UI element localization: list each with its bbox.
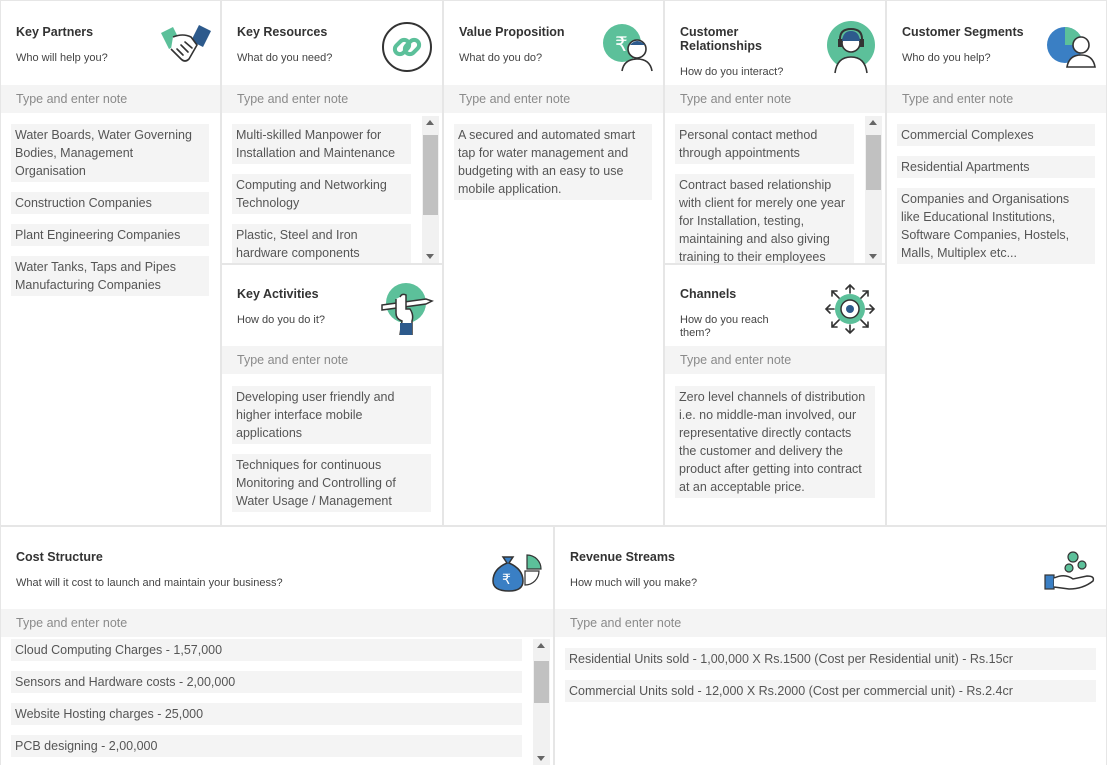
block-title: Channels (680, 287, 737, 301)
notes-list: Multi-skilled Manpower for Installation … (232, 124, 411, 263)
note-item[interactable]: Cloud Computing Charges - 1,57,000 (11, 639, 522, 661)
block-title: Key Resources (237, 25, 328, 39)
note-item[interactable]: Water Boards, Water Governing Bodies, Ma… (11, 124, 209, 182)
note-item[interactable]: Website Hosting charges - 25,000 (11, 703, 522, 725)
note-item[interactable]: Commercial Complexes (897, 124, 1095, 146)
note-item[interactable]: Plant Engineering Companies (11, 224, 209, 246)
scroll-thumb[interactable] (866, 135, 881, 190)
key-resources-block: Key Resources What do you need? Type and… (222, 1, 442, 263)
note-input[interactable]: Type and enter note (444, 85, 663, 113)
notes-list: Cloud Computing Charges - 1,57,000 Senso… (11, 639, 522, 765)
note-input[interactable]: Type and enter note (1, 85, 220, 113)
value-proposition-block: Value Proposition What do you do? ₹ Type… (444, 1, 663, 525)
note-input[interactable]: Type and enter note (222, 85, 442, 113)
block-subtitle: What will it cost to launch and maintain… (16, 577, 283, 589)
hand-pencil-icon (380, 283, 434, 338)
block-subtitle: How do you do it? (237, 314, 326, 326)
note-item[interactable]: Residential Apartments (897, 156, 1095, 178)
scroll-down-icon[interactable] (537, 756, 545, 761)
business-model-canvas: Key Partners Who will help you? Type and… (0, 0, 1107, 765)
note-input[interactable]: Type and enter note (665, 346, 885, 374)
note-item[interactable]: Commercial Units sold - 12,000 X Rs.2000… (565, 680, 1096, 702)
note-item[interactable]: Personal contact method through appointm… (675, 124, 854, 164)
note-input[interactable]: Type and enter note (1, 609, 553, 637)
note-input[interactable]: Type and enter note (555, 609, 1106, 637)
notes-list: Developing user friendly and higher inte… (232, 386, 431, 522)
scrollbar[interactable] (422, 116, 439, 263)
hand-coins-icon (1043, 549, 1099, 596)
users-pie-icon (1045, 25, 1099, 72)
note-item[interactable]: Residential Units sold - 1,00,000 X Rs.1… (565, 648, 1096, 670)
money-bag-pie-icon: ₹ (489, 549, 545, 596)
note-item[interactable]: Developing user friendly and higher inte… (232, 386, 431, 444)
key-activities-block: Key Activities How do you do it? Type an… (222, 265, 442, 525)
block-subtitle: How do you interact? (680, 66, 784, 78)
note-item[interactable]: A secured and automated smart tap for wa… (454, 124, 652, 200)
note-item[interactable]: Techniques for continuous Monitoring and… (232, 454, 431, 512)
block-subtitle: Who will help you? (16, 52, 108, 64)
scroll-up-icon[interactable] (869, 120, 877, 125)
block-title: Revenue Streams (570, 550, 675, 564)
block-title: Customer Segments (902, 25, 1024, 39)
note-item[interactable]: Contract based relationship with client … (675, 174, 854, 263)
notes-list: A secured and automated smart tap for wa… (454, 124, 652, 210)
scroll-up-icon[interactable] (537, 643, 545, 648)
scroll-up-icon[interactable] (426, 120, 434, 125)
revenue-streams-block: Revenue Streams How much will you make? … (555, 527, 1106, 765)
note-input[interactable]: Type and enter note (665, 85, 885, 113)
svg-text:₹: ₹ (615, 32, 628, 56)
note-item[interactable]: Companies and Organisations like Educati… (897, 188, 1095, 264)
notes-list: Personal contact method through appointm… (675, 124, 854, 263)
cost-structure-block: Cost Structure What will it cost to laun… (1, 527, 553, 765)
rupee-person-icon: ₹ (602, 21, 656, 76)
note-item[interactable]: Water Tanks, Taps and Pipes Manufacturin… (11, 256, 209, 296)
notes-list: Residential Units sold - 1,00,000 X Rs.1… (565, 648, 1096, 712)
block-title: Cost Structure (16, 550, 103, 564)
key-partners-block: Key Partners Who will help you? Type and… (1, 1, 220, 525)
block-subtitle: What do you need? (237, 52, 333, 64)
note-input[interactable]: Type and enter note (222, 346, 442, 374)
note-item[interactable]: Computing and Networking Technology (232, 174, 411, 214)
scrollbar[interactable] (865, 116, 882, 263)
customer-segments-block: Customer Segments Who do you help? Type … (887, 1, 1106, 525)
target-arrows-icon (824, 283, 876, 338)
scrollbar[interactable] (533, 639, 550, 765)
scroll-down-icon[interactable] (869, 254, 877, 259)
scroll-down-icon[interactable] (426, 254, 434, 259)
block-title: Key Partners (16, 25, 94, 39)
block-subtitle: Who do you help? (902, 52, 991, 64)
svg-text:₹: ₹ (502, 572, 511, 588)
block-subtitle: How do you reach them? (680, 314, 769, 339)
customer-relationships-block: Customer Relationships How do you intera… (665, 1, 885, 263)
handshake-icon (159, 23, 213, 72)
headset-agent-icon (825, 21, 877, 78)
note-input[interactable]: Type and enter note (887, 85, 1106, 113)
note-item[interactable]: Sensors and Hardware costs - 2,00,000 (11, 671, 522, 693)
block-subtitle: How much will you make? (570, 577, 698, 589)
note-item[interactable]: Zero level channels of distribution i.e.… (675, 386, 875, 498)
note-item[interactable]: PCB designing - 2,00,000 (11, 735, 522, 757)
scroll-thumb[interactable] (423, 135, 438, 215)
note-item[interactable]: Multi-skilled Manpower for Installation … (232, 124, 411, 164)
scroll-thumb[interactable] (534, 661, 549, 703)
channels-block: Channels How do you reach them? Type and… (665, 265, 885, 525)
note-item[interactable]: Construction Companies (11, 192, 209, 214)
note-item[interactable]: Plastic, Steel and Iron hardware compone… (232, 224, 411, 263)
notes-list: Water Boards, Water Governing Bodies, Ma… (11, 124, 209, 306)
chain-link-icon (381, 21, 433, 76)
block-title: Key Activities (237, 287, 319, 301)
block-title: Value Proposition (459, 25, 565, 39)
block-subtitle: What do you do? (459, 52, 543, 64)
notes-list: Zero level channels of distribution i.e.… (675, 386, 875, 508)
notes-list: Commercial Complexes Residential Apartme… (897, 124, 1095, 274)
block-title: Customer Relationships (680, 25, 762, 53)
